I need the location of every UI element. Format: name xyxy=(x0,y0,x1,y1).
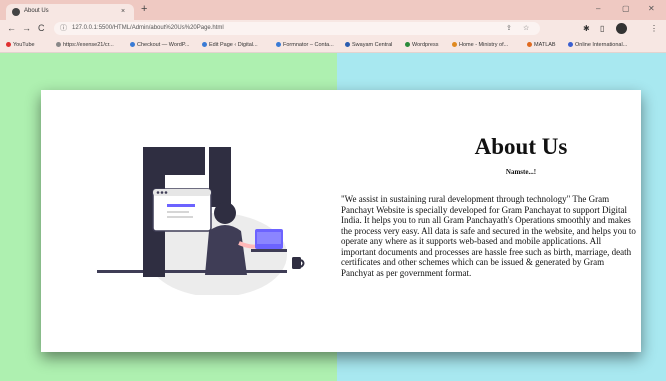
tab-about-us[interactable]: About Us × xyxy=(6,4,134,20)
tab-close-icon[interactable]: × xyxy=(121,6,125,17)
bookmark-item[interactable]: MATLAB xyxy=(527,39,556,51)
page-title: About Us xyxy=(474,134,568,159)
info-icon[interactable]: ⓘ xyxy=(60,23,67,34)
address-bar[interactable]: ⓘ 127.0.0.1:5500/HTML/Admin/about%20Us%2… xyxy=(54,22,540,35)
teams-icon xyxy=(568,41,573,47)
forward-button[interactable]: → xyxy=(22,22,31,35)
reload-button[interactable]: C xyxy=(38,22,45,35)
window-close-button[interactable]: ✕ xyxy=(648,3,655,15)
flag-icon xyxy=(452,41,457,47)
tab-title: About Us xyxy=(24,8,49,14)
share-icon[interactable]: ⇪ xyxy=(506,23,512,34)
bookmark-item[interactable]: Checkout — WordP... xyxy=(130,39,189,51)
tab-strip: About Us × + – ▢ ✕ xyxy=(0,0,666,20)
person-at-laptop-illustration xyxy=(97,147,305,295)
wordpress-icon xyxy=(405,41,410,47)
page-icon xyxy=(56,41,61,47)
bookmark-item[interactable]: https://exense21/cr... xyxy=(56,39,114,51)
extensions-icon[interactable]: ✱ xyxy=(583,23,590,34)
new-tab-button[interactable]: + xyxy=(141,3,147,16)
about-description: "We assist in sustaining rural developme… xyxy=(341,194,636,278)
wordpress-icon xyxy=(276,41,281,47)
about-card: About Us Namste...! "We assist in sustai… xyxy=(41,90,641,352)
wordpress-icon xyxy=(202,41,207,47)
bookmark-item[interactable]: Edit Page ‹ Digital... xyxy=(202,39,258,51)
profile-avatar[interactable] xyxy=(616,23,627,34)
maximize-button[interactable]: ▢ xyxy=(622,3,630,15)
page-viewport: About Us Namste...! "We assist in sustai… xyxy=(0,53,666,381)
bookmark-item[interactable]: Online International... xyxy=(568,39,627,51)
browser-toolbar: ← → C ⓘ 127.0.0.1:5500/HTML/Admin/about%… xyxy=(0,20,666,38)
bookmark-star-icon[interactable]: ☆ xyxy=(523,23,529,34)
minimize-button[interactable]: – xyxy=(596,3,600,15)
back-button[interactable]: ← xyxy=(7,22,16,35)
page-subtitle: Namste...! xyxy=(505,168,537,176)
bookmark-item[interactable]: YouTube xyxy=(6,39,35,51)
bookmarks-bar: YouTube https://exense21/cr... Checkout … xyxy=(0,38,666,53)
swayam-icon xyxy=(345,41,350,47)
bookmark-item[interactable]: Wordpress xyxy=(405,39,439,51)
youtube-icon xyxy=(6,41,11,47)
wordpress-icon xyxy=(130,41,135,47)
favicon-icon xyxy=(12,8,20,16)
matlab-icon xyxy=(527,41,532,47)
sidebar-icon[interactable]: ▯ xyxy=(600,23,604,34)
menu-icon[interactable]: ⋮ xyxy=(650,23,658,34)
url-text[interactable]: 127.0.0.1:5500/HTML/Admin/about%20Us%20P… xyxy=(72,23,224,34)
bookmark-item[interactable]: Home - Ministry of... xyxy=(452,39,508,51)
bookmark-item[interactable]: Formnator – Conta... xyxy=(276,39,334,51)
bookmark-item[interactable]: Swayam Central xyxy=(345,39,392,51)
